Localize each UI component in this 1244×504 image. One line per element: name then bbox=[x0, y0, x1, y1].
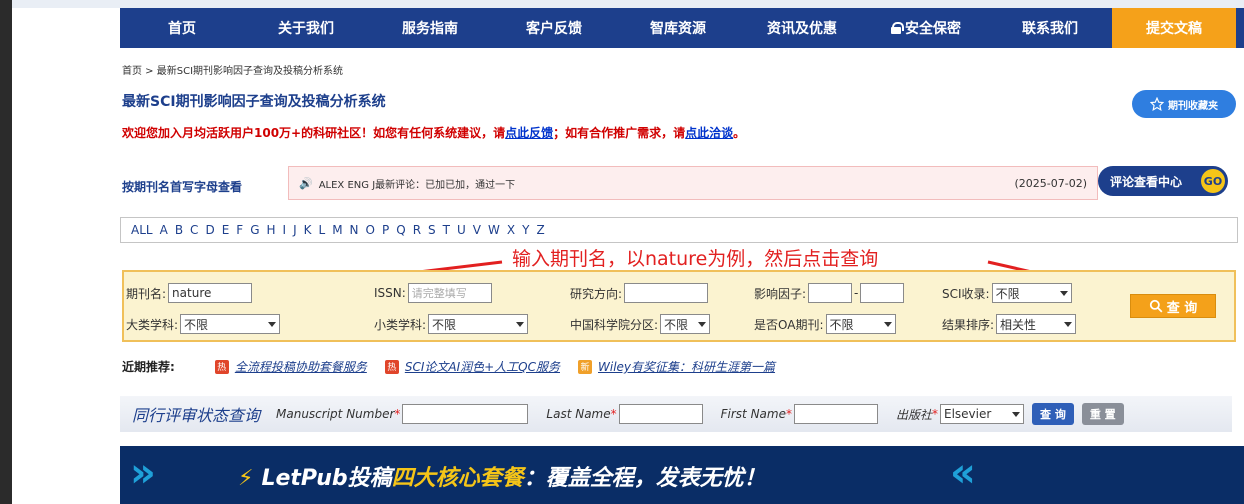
sci-field: SCI收录: 不限 bbox=[942, 283, 1072, 303]
manuscript-input[interactable] bbox=[402, 404, 529, 424]
recommend-item[interactable]: 新 Wiley有奖征集：科研生涯第一篇 bbox=[578, 358, 775, 375]
search-panel: 期刊名: nature ISSN: 请完整填写 研究方向: 影响因子: - SC… bbox=[122, 270, 1236, 342]
firstname-input[interactable] bbox=[793, 404, 878, 424]
recommend-link[interactable]: Wiley有奖征集：科研生涯第一篇 bbox=[598, 358, 775, 375]
oa-select[interactable]: 不限 bbox=[825, 314, 896, 334]
hot-badge-icon: 热 bbox=[384, 359, 399, 374]
peer-reset-button[interactable]: 重 置 bbox=[1081, 403, 1124, 425]
peer-title: 同行评审状态查询 bbox=[132, 406, 261, 425]
minor-label: 小类学科: bbox=[374, 317, 427, 332]
oa-field: 是否OA期刊: 不限 bbox=[754, 314, 896, 334]
sci-select[interactable]: 不限 bbox=[991, 283, 1072, 303]
if-separator: - bbox=[854, 286, 859, 300]
chevron-down-icon bbox=[1059, 290, 1068, 296]
if-min-input[interactable] bbox=[808, 283, 853, 303]
chevron-down-icon bbox=[516, 321, 525, 327]
query-label: 查 询 bbox=[1166, 300, 1198, 316]
minor-value: 不限 bbox=[432, 317, 457, 332]
hot-badge-icon: 热 bbox=[214, 359, 229, 374]
cas-label: 中国科学院分区: bbox=[570, 317, 659, 332]
recommend-item[interactable]: 热全流程投稿协助套餐服务 bbox=[214, 358, 367, 375]
if-field: 影响因子: - bbox=[754, 283, 905, 303]
cas-field: 中国科学院分区: 不限 bbox=[570, 314, 711, 334]
chevron-down-icon bbox=[1011, 411, 1020, 417]
query-button[interactable]: 查 询 bbox=[1130, 294, 1216, 318]
promo-banner[interactable]: » « ⚡ LetPub投稿四大核心套餐：覆盖全程，发表无忧！ bbox=[120, 446, 1244, 504]
peer-review-query: 同行评审状态查询 Manuscript Number * Last Name * F… bbox=[120, 396, 1232, 432]
journal-label: 期刊名: bbox=[126, 286, 167, 301]
research-input[interactable] bbox=[624, 283, 709, 303]
search-icon bbox=[1149, 299, 1163, 313]
if-label: 影响因子: bbox=[754, 286, 807, 301]
issn-field: ISSN: 请完整填写 bbox=[374, 283, 492, 303]
required-mark: * bbox=[610, 407, 617, 421]
lastname-label: Last Name bbox=[546, 407, 611, 421]
peer-query-button[interactable]: 查 询 bbox=[1031, 403, 1074, 425]
journal-field: 期刊名: nature bbox=[126, 283, 253, 303]
recommend-link[interactable]: 全流程投稿协助套餐服务 bbox=[235, 358, 367, 375]
banner-text-1: LetPub投稿 bbox=[261, 466, 392, 491]
publisher-label: 出版社 bbox=[895, 407, 932, 422]
oa-value: 不限 bbox=[829, 317, 854, 332]
chevron-right-icon: » bbox=[130, 450, 156, 496]
sci-label: SCI收录: bbox=[942, 286, 990, 301]
if-max-input[interactable] bbox=[860, 283, 905, 303]
banner-text: ⚡ LetPub投稿四大核心套餐：覆盖全程，发表无忧！ bbox=[238, 460, 766, 492]
sci-value: 不限 bbox=[995, 286, 1020, 301]
research-field: 研究方向: bbox=[570, 283, 709, 303]
major-select[interactable]: 不限 bbox=[180, 314, 281, 334]
issn-input[interactable]: 请完整填写 bbox=[407, 283, 492, 303]
sort-field: 结果排序: 相关性 bbox=[942, 314, 1077, 334]
firstname-label: First Name bbox=[720, 407, 786, 421]
chevron-down-icon bbox=[268, 321, 277, 327]
major-label: 大类学科: bbox=[126, 317, 179, 332]
chevron-down-icon bbox=[698, 321, 707, 327]
chevron-left-icon: « bbox=[950, 450, 976, 496]
required-mark: * bbox=[394, 407, 401, 421]
new-badge-icon: 新 bbox=[578, 359, 592, 374]
cas-value: 不限 bbox=[664, 317, 689, 332]
minor-field: 小类学科: 不限 bbox=[374, 314, 529, 334]
recommend-label: 近期推荐: bbox=[122, 360, 175, 374]
oa-label: 是否OA期刊: bbox=[754, 317, 824, 332]
required-mark: * bbox=[931, 407, 938, 421]
banner-text-2: ：覆盖全程，发表无忧！ bbox=[523, 466, 766, 491]
issn-label: ISSN: bbox=[374, 286, 406, 300]
lastname-input[interactable] bbox=[618, 404, 703, 424]
minor-select[interactable]: 不限 bbox=[428, 314, 529, 334]
sort-label: 结果排序: bbox=[942, 317, 995, 332]
required-mark: * bbox=[785, 407, 792, 421]
publisher-select[interactable]: Elsevier bbox=[939, 404, 1024, 424]
chevron-down-icon bbox=[883, 321, 892, 327]
sort-value: 相关性 bbox=[1000, 317, 1037, 332]
recommendations: 近期推荐: 热全流程投稿协助套餐服务 热 SCI论文AI润色+人工QC服务 新 Wi… bbox=[122, 358, 793, 375]
recommend-item[interactable]: 热 SCI论文AI润色+人工QC服务 bbox=[384, 358, 560, 375]
recommend-link[interactable]: SCI论文AI润色+人工QC服务 bbox=[405, 358, 560, 375]
manuscript-label: Manuscript Number bbox=[276, 407, 395, 421]
publisher-value: Elsevier bbox=[943, 407, 992, 421]
chevron-down-icon bbox=[1064, 321, 1073, 327]
research-label: 研究方向: bbox=[570, 286, 623, 301]
sort-select[interactable]: 相关性 bbox=[996, 314, 1077, 334]
major-field: 大类学科: 不限 bbox=[126, 314, 281, 334]
cas-select[interactable]: 不限 bbox=[660, 314, 711, 334]
bolt-icon: ⚡ bbox=[238, 466, 254, 491]
banner-highlight: 四大核心套餐 bbox=[391, 466, 524, 491]
major-value: 不限 bbox=[184, 317, 209, 332]
page: 首页 关于我们 服务指南 客户反馈 智库资源 资讯及优惠 安全保密 联系我们 提… bbox=[12, 0, 1244, 504]
journal-input[interactable]: nature bbox=[168, 283, 253, 303]
